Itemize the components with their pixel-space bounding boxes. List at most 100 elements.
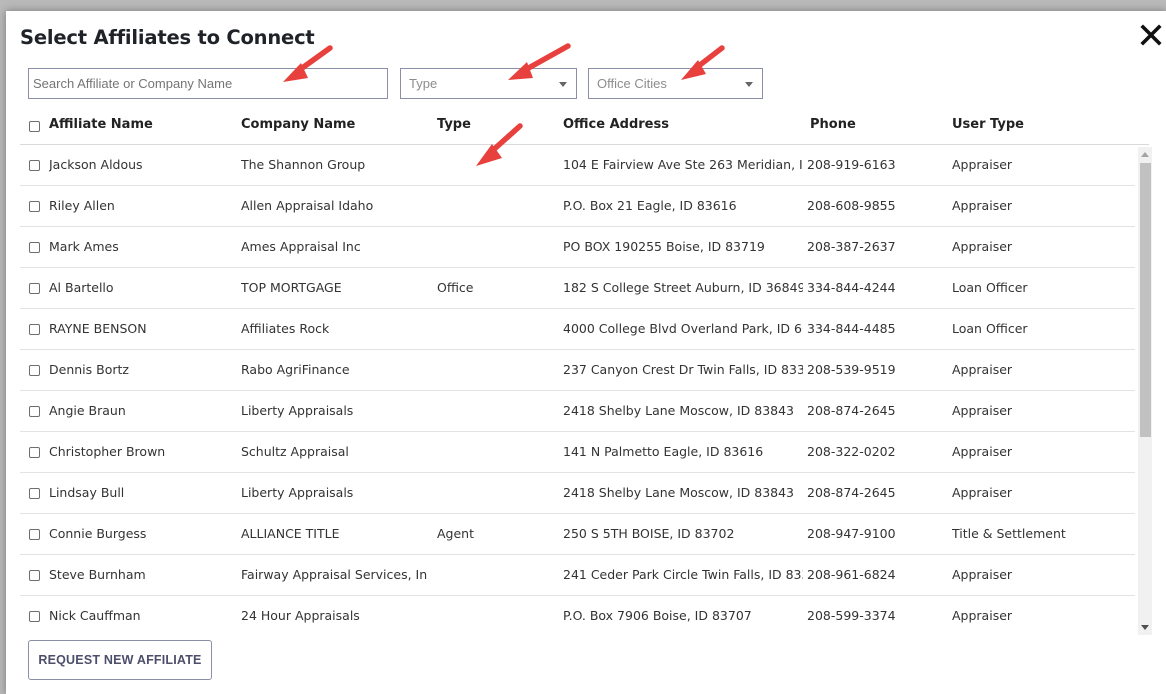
- row-checkbox[interactable]: [29, 488, 40, 499]
- chevron-down-icon: [745, 82, 753, 87]
- affiliate-name-cell: Angie Braun: [49, 403, 126, 418]
- table-scrollbar[interactable]: [1138, 147, 1152, 635]
- table-row[interactable]: Christopher Brown Schultz Appraisal 141 …: [20, 432, 1135, 473]
- row-checkbox[interactable]: [29, 283, 40, 294]
- phone-cell: 208-961-6824: [807, 567, 896, 582]
- affiliate-name-cell: Riley Allen: [49, 198, 115, 213]
- office-address-cell: 141 N Palmetto Eagle, ID 83616: [563, 444, 764, 459]
- dialog-title: Select Affiliates to Connect: [20, 26, 315, 49]
- type-cell: Office: [437, 280, 474, 295]
- affiliate-name-cell: Steve Burnham: [49, 567, 146, 582]
- office-address-cell: P.O. Box 21 Eagle, ID 83616: [563, 198, 737, 213]
- user-type-cell: Loan Officer: [952, 321, 1028, 336]
- phone-cell: 208-599-3374: [807, 608, 896, 623]
- table-row[interactable]: RAYNE BENSON Affiliates Rock 4000 Colleg…: [20, 309, 1135, 350]
- phone-cell: 334-844-4244: [807, 280, 896, 295]
- office-address-cell: 2418 Shelby Lane Moscow, ID 83843: [563, 403, 795, 418]
- scroll-down-arrow-icon[interactable]: [1141, 625, 1149, 630]
- row-checkbox[interactable]: [29, 406, 40, 417]
- user-type-cell: Appraiser: [952, 608, 1013, 623]
- row-checkbox[interactable]: [29, 242, 40, 253]
- office-address-cell: 4000 College Blvd Overland Park, ID 66(: [563, 321, 803, 336]
- phone-cell: 208-919-6163: [807, 157, 896, 172]
- company-name-cell: Liberty Appraisals: [241, 485, 354, 500]
- select-affiliates-dialog: Select Affiliates to Connect Type Office…: [6, 11, 1166, 694]
- table-row[interactable]: Lindsay Bull Liberty Appraisals 2418 She…: [20, 473, 1135, 514]
- row-checkbox[interactable]: [29, 201, 40, 212]
- row-checkbox[interactable]: [29, 160, 40, 171]
- office-address-cell: P.O. Box 7906 Boise, ID 83707: [563, 608, 752, 623]
- office-address-cell: 182 S College Street Auburn, ID 36849: [563, 280, 803, 295]
- table-row[interactable]: Angie Braun Liberty Appraisals 2418 Shel…: [20, 391, 1135, 432]
- table-row[interactable]: Riley Allen Allen Appraisal Idaho P.O. B…: [20, 186, 1135, 227]
- scroll-up-arrow-icon[interactable]: [1141, 152, 1149, 157]
- phone-cell: 208-322-0202: [807, 444, 896, 459]
- close-icon[interactable]: [1135, 19, 1166, 51]
- user-type-cell: Appraiser: [952, 239, 1013, 254]
- office-address-cell: 2418 Shelby Lane Moscow, ID 83843: [563, 485, 795, 500]
- company-name-cell: Schultz Appraisal: [241, 444, 349, 459]
- affiliate-name-cell: Al Bartello: [49, 280, 114, 295]
- table-row[interactable]: Connie Burgess ALLIANCE TITLE Agent 250 …: [20, 514, 1135, 555]
- table-row[interactable]: Dennis Bortz Rabo AgriFinance 237 Canyon…: [20, 350, 1135, 391]
- phone-cell: 334-844-4485: [807, 321, 896, 336]
- office-cities-select[interactable]: Office Cities: [588, 68, 763, 99]
- column-header-user-type[interactable]: User Type: [952, 117, 1024, 132]
- company-name-cell: Fairway Appraisal Services, In: [241, 567, 428, 582]
- table-row[interactable]: Al Bartello TOP MORTGAGE Office 182 S Co…: [20, 268, 1135, 309]
- request-new-affiliate-button[interactable]: REQUEST NEW AFFILIATE: [28, 640, 212, 680]
- table-row[interactable]: Nick Cauffman 24 Hour Appraisals P.O. Bo…: [20, 596, 1135, 633]
- chevron-down-icon: [559, 82, 567, 87]
- table-row[interactable]: Jackson Aldous The Shannon Group 104 E F…: [20, 145, 1135, 186]
- affiliate-name-cell: Nick Cauffman: [49, 608, 141, 623]
- company-name-cell: Allen Appraisal Idaho: [241, 198, 374, 213]
- phone-cell: 208-608-9855: [807, 198, 896, 213]
- user-type-cell: Appraiser: [952, 157, 1013, 172]
- phone-cell: 208-874-2645: [807, 485, 896, 500]
- company-name-cell: The Shannon Group: [241, 157, 366, 172]
- type-select[interactable]: Type: [400, 68, 577, 99]
- affiliate-name-cell: RAYNE BENSON: [49, 321, 147, 336]
- row-checkbox[interactable]: [29, 570, 40, 581]
- row-checkbox[interactable]: [29, 529, 40, 540]
- company-name-cell: Liberty Appraisals: [241, 403, 354, 418]
- affiliate-name-cell: Lindsay Bull: [49, 485, 125, 500]
- company-name-cell: 24 Hour Appraisals: [241, 608, 360, 623]
- company-name-cell: Rabo AgriFinance: [241, 362, 350, 377]
- affiliate-name-cell: Connie Burgess: [49, 526, 147, 541]
- phone-cell: 208-539-9519: [807, 362, 896, 377]
- column-header-office-address[interactable]: Office Address: [563, 117, 669, 132]
- affiliates-table-body: Jackson Aldous The Shannon Group 104 E F…: [20, 145, 1135, 633]
- table-row[interactable]: Mark Ames Ames Appraisal Inc PO BOX 1902…: [20, 227, 1135, 268]
- type-select-label: Type: [409, 76, 438, 91]
- user-type-cell: Appraiser: [952, 444, 1013, 459]
- select-all-checkbox[interactable]: [29, 121, 40, 132]
- type-cell: Agent: [437, 526, 474, 541]
- user-type-cell: Appraiser: [952, 362, 1013, 377]
- phone-cell: 208-387-2637: [807, 239, 896, 254]
- row-checkbox[interactable]: [29, 365, 40, 376]
- user-type-cell: Title & Settlement: [952, 526, 1066, 541]
- column-header-affiliate-name[interactable]: Affiliate Name: [49, 117, 153, 132]
- table-row[interactable]: Steve Burnham Fairway Appraisal Services…: [20, 555, 1135, 596]
- row-checkbox[interactable]: [29, 447, 40, 458]
- column-header-phone[interactable]: Phone: [810, 117, 856, 132]
- search-input[interactable]: [28, 68, 388, 99]
- row-checkbox[interactable]: [29, 611, 40, 622]
- row-checkbox[interactable]: [29, 324, 40, 335]
- phone-cell: 208-874-2645: [807, 403, 896, 418]
- affiliate-name-cell: Jackson Aldous: [49, 157, 143, 172]
- office-address-cell: 241 Ceder Park Circle Twin Falls, ID 833: [563, 567, 803, 582]
- column-header-type[interactable]: Type: [437, 117, 471, 132]
- scrollbar-thumb[interactable]: [1140, 163, 1151, 437]
- affiliate-name-cell: Christopher Brown: [49, 444, 166, 459]
- office-cities-label: Office Cities: [597, 76, 667, 91]
- company-name-cell: ALLIANCE TITLE: [241, 526, 340, 541]
- office-address-cell: 104 E Fairview Ave Ste 263 Meridian, ID: [563, 157, 803, 172]
- office-address-cell: PO BOX 190255 Boise, ID 83719: [563, 239, 765, 254]
- user-type-cell: Appraiser: [952, 403, 1013, 418]
- column-header-company-name[interactable]: Company Name: [241, 117, 355, 132]
- office-address-cell: 237 Canyon Crest Dr Twin Falls, ID 8330: [563, 362, 803, 377]
- phone-cell: 208-947-9100: [807, 526, 896, 541]
- office-address-cell: 250 S 5TH BOISE, ID 83702: [563, 526, 735, 541]
